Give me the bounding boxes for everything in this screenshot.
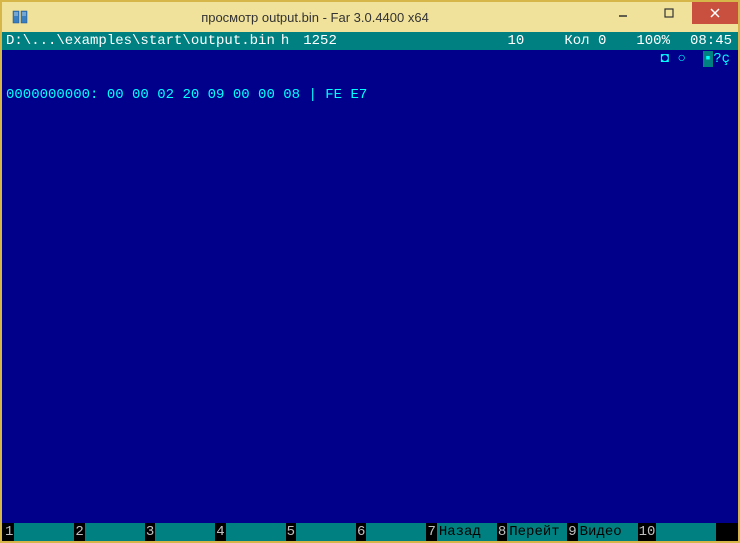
hex-offset: 0000000000: bbox=[6, 86, 98, 104]
hex-viewer-content[interactable]: 0000000000: 00 00 02 20 09 00 00 08 | FE… bbox=[2, 50, 738, 523]
status-size: 10 bbox=[508, 32, 525, 50]
key-f5[interactable]: 5 bbox=[286, 523, 356, 541]
status-bar: D:\...\examples\start\output.bin h 1252 … bbox=[2, 32, 738, 50]
hex-ascii: ◘ ○ ▪?ç bbox=[661, 50, 730, 68]
key-f4[interactable]: 4 bbox=[215, 523, 285, 541]
status-path: D:\...\examples\start\output.bin bbox=[6, 32, 275, 50]
hex-bytes-left: 00 00 02 20 09 00 00 08 bbox=[107, 86, 300, 104]
status-time: 08:45 bbox=[690, 32, 732, 50]
maximize-icon bbox=[664, 8, 674, 18]
minimize-icon bbox=[618, 8, 628, 18]
window-title: просмотр output.bin - Far 3.0.4400 x64 bbox=[30, 10, 600, 25]
key-f8[interactable]: 8Перейт bbox=[497, 523, 567, 541]
key-f10[interactable]: 10 bbox=[638, 523, 717, 541]
key-f9[interactable]: 9Видео bbox=[567, 523, 637, 541]
status-col: Кол 0 bbox=[564, 32, 606, 50]
maximize-button[interactable] bbox=[646, 2, 692, 24]
app-icon bbox=[10, 7, 30, 27]
status-mode: h bbox=[281, 32, 289, 50]
key-f7[interactable]: 7Назад bbox=[426, 523, 496, 541]
hex-row: 0000000000: 00 00 02 20 09 00 00 08 | FE… bbox=[6, 86, 734, 104]
minimize-button[interactable] bbox=[600, 2, 646, 24]
close-icon bbox=[710, 8, 720, 18]
hex-separator: | bbox=[308, 86, 316, 104]
key-f3[interactable]: 3 bbox=[145, 523, 215, 541]
status-percent: 100% bbox=[636, 32, 670, 50]
hex-bytes-right: FE E7 bbox=[325, 86, 367, 104]
function-key-bar: 1 2 3 4 5 6 7Назад 8Перейт 9Видео 10 bbox=[2, 523, 738, 541]
key-f6[interactable]: 6 bbox=[356, 523, 426, 541]
app-window: просмотр output.bin - Far 3.0.4400 x64 D… bbox=[0, 0, 740, 543]
close-button[interactable] bbox=[692, 2, 738, 24]
key-f1[interactable]: 1 bbox=[4, 523, 74, 541]
key-f2[interactable]: 2 bbox=[74, 523, 144, 541]
window-controls bbox=[600, 2, 738, 32]
status-codepage: 1252 bbox=[303, 32, 337, 50]
title-bar[interactable]: просмотр output.bin - Far 3.0.4400 x64 bbox=[2, 2, 738, 32]
